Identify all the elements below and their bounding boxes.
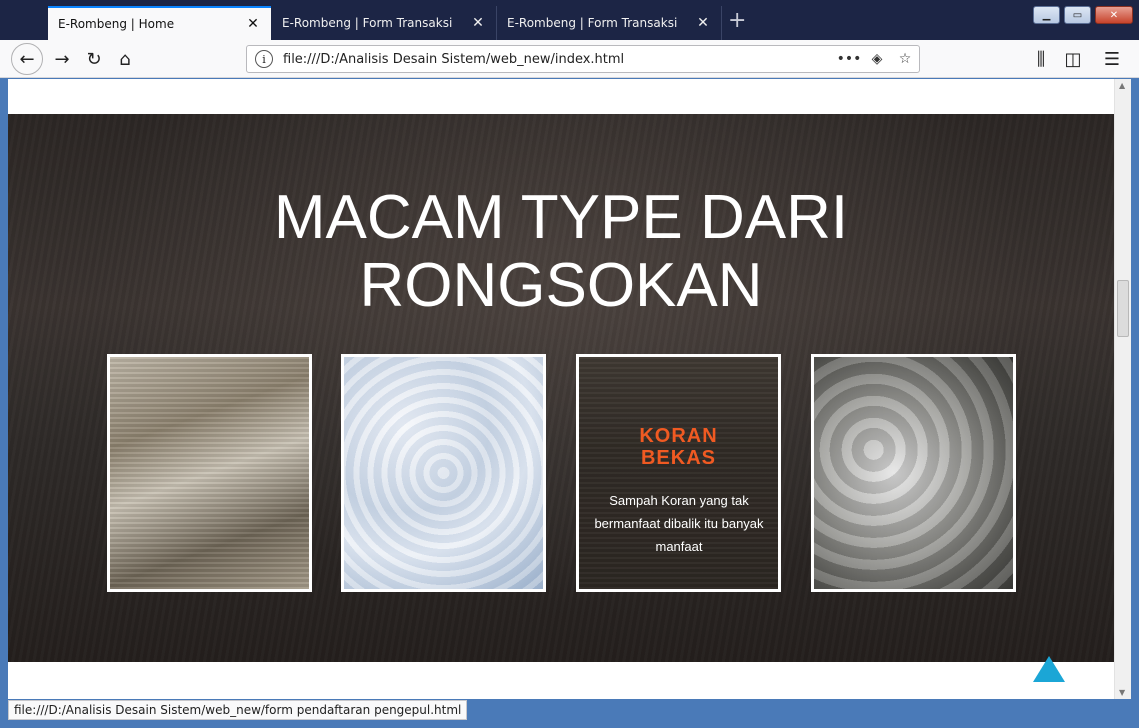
arrow-up-icon[interactable] — [1033, 656, 1065, 682]
home-icon[interactable]: ⌂ — [110, 44, 140, 74]
sidebar-icon[interactable]: ◫ — [1058, 44, 1088, 74]
tab-title: E-Rombeng | Form Transaksi — [507, 16, 678, 30]
address-bar[interactable]: i file:///D:/Analisis Desain Sistem/web_… — [246, 45, 920, 73]
status-bar: file:///D:/Analisis Desain Sistem/web_ne… — [8, 700, 468, 720]
waste-types-section: MACAM TYPE DARI RONGSOKAN KORAN BEKAS Sa… — [8, 114, 1114, 662]
tab-form-transaksi[interactable]: E-Rombeng | Form Transaksi ✕ — [272, 6, 497, 40]
info-icon[interactable]: i — [255, 50, 273, 68]
tab-form-transaksi-2[interactable]: E-Rombeng | Form Transaksi ✕ — [497, 6, 722, 40]
tab-title: E-Rombeng | Home — [58, 17, 175, 31]
plus-icon[interactable]: + — [728, 8, 746, 33]
window-border-right — [1131, 79, 1139, 728]
scrollbar-thumb[interactable] — [1117, 280, 1129, 337]
card-cardboard[interactable] — [107, 354, 312, 592]
bookmark-star-icon[interactable]: ☆ — [891, 51, 919, 67]
more-icon[interactable]: ••• — [835, 51, 863, 67]
sacks-waste-photo — [814, 357, 1013, 589]
maximize-button[interactable]: ▭ — [1064, 6, 1091, 24]
minimize-button[interactable]: ▁ — [1033, 6, 1060, 24]
close-tab-icon[interactable]: ✕ — [245, 16, 261, 32]
reload-icon[interactable]: ↻ — [79, 44, 109, 74]
card-description: Sampah Koran yang tak bermanfaat dibalik… — [594, 493, 764, 554]
window-close-button[interactable]: ✕ — [1095, 6, 1133, 24]
card-newspaper[interactable]: KORAN BEKAS Sampah Koran yang tak berman… — [576, 354, 781, 592]
card-title: KORAN BEKAS — [579, 425, 778, 469]
scroll-up-icon[interactable]: ▲ — [1119, 81, 1125, 90]
vertical-scrollbar[interactable]: ▲ ▼ — [1114, 79, 1131, 699]
window-border-left — [0, 79, 8, 728]
window-border-bottom — [0, 720, 1139, 728]
library-icon[interactable]: ⫼ — [1026, 44, 1056, 74]
forward-icon[interactable]: → — [47, 44, 77, 74]
browser-window: E-Rombeng | Home ✕ E-Rombeng | Form Tran… — [0, 0, 1139, 728]
page-content: MACAM TYPE DARI RONGSOKAN KORAN BEKAS Sa… — [8, 79, 1114, 699]
card-title-line-2: BEKAS — [640, 447, 716, 469]
pocket-icon[interactable]: ◈ — [863, 51, 891, 67]
navigation-toolbar: ← → ↻ ⌂ i file:///D:/Analisis Desain Sis… — [0, 40, 1139, 78]
menu-icon[interactable]: ☰ — [1097, 44, 1127, 74]
tab-home[interactable]: E-Rombeng | Home ✕ — [48, 6, 271, 40]
card-sacks[interactable] — [811, 354, 1016, 592]
title-line-1: MACAM TYPE DARI — [273, 183, 849, 252]
close-tab-icon[interactable]: ✕ — [695, 15, 711, 31]
tab-strip: E-Rombeng | Home ✕ E-Rombeng | Form Tran… — [0, 0, 1139, 40]
cardboard-waste-photo — [110, 357, 309, 589]
url-text[interactable]: file:///D:/Analisis Desain Sistem/web_ne… — [283, 52, 835, 67]
section-title: MACAM TYPE DARI RONGSOKAN — [8, 184, 1114, 320]
card-title-line-1: KORAN — [639, 425, 718, 447]
tab-title: E-Rombeng | Form Transaksi — [282, 16, 453, 30]
close-tab-icon[interactable]: ✕ — [470, 15, 486, 31]
title-line-2: RONGSOKAN — [359, 251, 763, 320]
scroll-down-icon[interactable]: ▼ — [1119, 688, 1125, 697]
plastic-bottles-photo — [344, 357, 543, 589]
back-icon[interactable]: ← — [11, 43, 43, 75]
card-plastic[interactable] — [341, 354, 546, 592]
